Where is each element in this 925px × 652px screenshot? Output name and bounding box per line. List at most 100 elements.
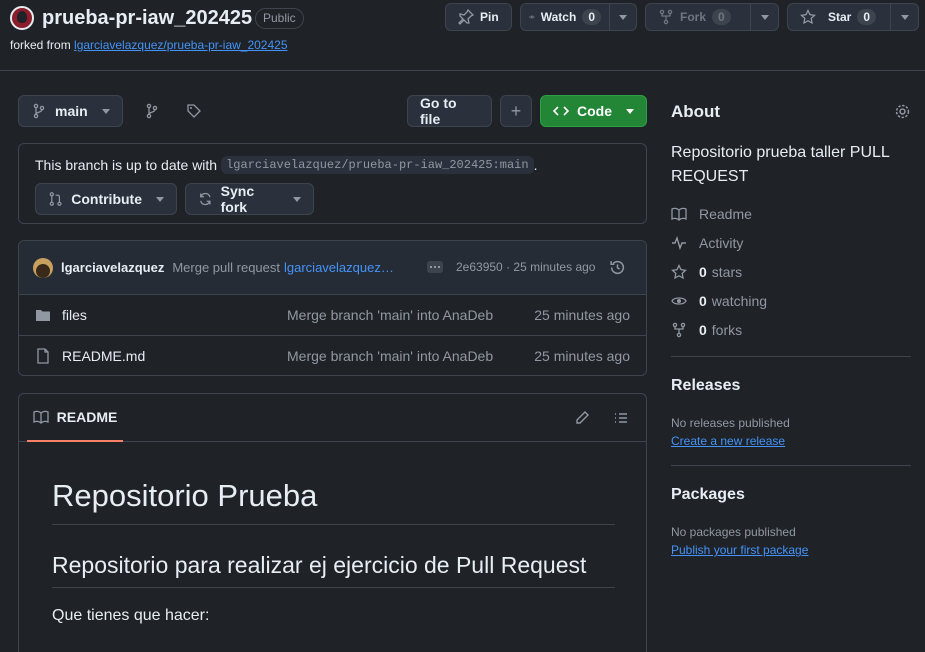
branch-status-panel: This branch is up to date with lgarciave… — [18, 143, 647, 224]
author-avatar[interactable] — [33, 257, 53, 278]
sync-fork-label: Sync fork — [220, 183, 255, 215]
readme-h1: Repositorio Prueba — [52, 478, 615, 525]
fork-icon — [672, 322, 686, 338]
commit-message-link[interactable]: lgarciavelazquez… — [284, 260, 394, 275]
releases-title[interactable]: Releases — [671, 377, 740, 395]
star-button[interactable]: Star 0 — [787, 3, 919, 31]
file-name[interactable]: README.md — [62, 348, 145, 364]
create-release-link[interactable]: Create a new release — [671, 434, 785, 448]
stars-link[interactable]: 0 stars — [671, 264, 742, 280]
star-icon — [671, 264, 687, 280]
branch-status-label: This branch is up to date with — [35, 157, 218, 173]
table-row[interactable]: files Merge branch 'main' into AnaDeb 25… — [19, 294, 646, 335]
file-name[interactable]: files — [62, 307, 87, 323]
sidebar-divider — [671, 465, 911, 466]
star-icon — [800, 9, 816, 25]
more-dots-icon[interactable] — [427, 261, 443, 273]
outline-list-icon[interactable] — [613, 410, 629, 426]
forked-from-link[interactable]: lgarciavelazquez/prueba-pr-iaw_202425 — [74, 38, 287, 52]
tab-readme-label: README — [56, 409, 118, 425]
sync-icon — [200, 192, 211, 206]
chevron-down-icon — [900, 14, 909, 20]
fork-dropdown[interactable] — [750, 4, 778, 30]
go-to-file-button[interactable]: Go to file — [407, 95, 492, 127]
fork-count: 0 — [712, 9, 731, 25]
releases-empty: No releases published — [671, 416, 790, 430]
branch-icon — [33, 103, 45, 119]
fork-button[interactable]: Fork 0 — [645, 3, 779, 31]
fork-icon — [659, 9, 673, 25]
file-icon — [37, 348, 49, 364]
branch-ref: lgarciavelazquez/prueba-pr-iaw_202425:ma… — [221, 156, 534, 174]
latest-commit-bar: lgarciavelazquez Merge pull request lgar… — [19, 241, 646, 294]
contribute-button[interactable]: Contribute — [35, 183, 177, 215]
activity-label: Activity — [699, 235, 744, 251]
publish-package-link[interactable]: Publish your first package — [671, 543, 808, 557]
forks-link[interactable]: 0 forks — [671, 322, 742, 338]
file-list-panel: lgarciavelazquez Merge pull request lgar… — [18, 240, 647, 376]
file-commit-message[interactable]: Merge branch 'main' into AnaDeb — [287, 307, 493, 323]
code-label: Code — [577, 103, 612, 119]
sync-fork-button[interactable]: Sync fork — [185, 183, 314, 215]
pin-icon — [458, 9, 474, 25]
readme-link[interactable]: Readme — [671, 206, 752, 222]
readme-panel: README Repositorio Prueba Repositorio pa… — [18, 393, 647, 652]
about-description: Repositorio prueba taller PULL REQUEST — [671, 144, 890, 185]
star-dropdown[interactable] — [890, 4, 918, 30]
add-file-button[interactable]: + — [500, 95, 532, 127]
commit-message[interactable]: Merge pull request — [172, 260, 280, 275]
branch-name: main — [55, 103, 88, 119]
branch-selector[interactable]: main — [18, 95, 123, 127]
watch-button[interactable]: Watch 0 — [520, 3, 637, 31]
forks-count: 0 — [699, 322, 707, 338]
commit-hash[interactable]: 2e63950 — [456, 260, 503, 274]
table-row[interactable]: README.md Merge branch 'main' into AnaDe… — [19, 335, 646, 376]
watch-label: Watch — [540, 10, 577, 24]
repo-name[interactable]: prueba-pr-iaw_202425 — [42, 7, 252, 30]
file-time: 25 minutes ago — [534, 307, 630, 323]
pin-button[interactable]: Pin — [445, 3, 512, 31]
tags-link[interactable] — [178, 95, 210, 127]
stars-count: 0 — [699, 264, 707, 280]
watching-link[interactable]: 0 watching — [671, 293, 767, 309]
book-icon — [33, 410, 49, 424]
pin-label: Pin — [480, 10, 499, 24]
readme-h2: Repositorio para realizar ej ejercicio d… — [52, 552, 615, 588]
file-time: 25 minutes ago — [534, 348, 630, 364]
forked-from-prefix: forked from — [10, 38, 75, 52]
readme-paragraph: Que tienes que hacer: — [52, 607, 210, 624]
history-icon[interactable] — [609, 259, 626, 276]
branches-icon — [146, 103, 158, 119]
repo-header: prueba-pr-iaw_202425 Public forked from … — [0, 0, 925, 71]
forks-label: forks — [711, 322, 743, 338]
readme-header: README — [19, 394, 646, 442]
file-commit-message[interactable]: Merge branch 'main' into AnaDeb — [287, 348, 493, 364]
commit-author[interactable]: lgarciavelazquez — [61, 260, 164, 275]
watch-count: 0 — [582, 9, 601, 25]
chevron-down-icon — [293, 196, 301, 202]
book-icon — [671, 207, 687, 221]
packages-empty: No packages published — [671, 525, 796, 539]
packages-title[interactable]: Packages — [671, 486, 745, 504]
branches-link[interactable] — [136, 95, 168, 127]
forked-from: forked from lgarciavelazquez/prueba-pr-i… — [10, 38, 288, 52]
owner-avatar[interactable] — [10, 6, 34, 30]
pencil-icon[interactable] — [574, 410, 590, 426]
star-count: 0 — [857, 9, 877, 25]
commit-dot: · — [506, 260, 511, 274]
folder-icon — [36, 310, 50, 321]
fork-label: Fork — [680, 10, 707, 24]
eye-icon — [671, 297, 687, 305]
readme-link-label: Readme — [699, 206, 752, 222]
tag-icon — [187, 104, 201, 118]
watch-dropdown[interactable] — [609, 4, 636, 30]
branch-status-period: . — [533, 157, 538, 173]
commit-meta: 2e63950 · 25 minutes ago — [456, 260, 595, 274]
activity-link[interactable]: Activity — [671, 235, 743, 251]
gear-icon[interactable] — [894, 103, 911, 120]
chevron-down-icon — [626, 108, 634, 114]
sidebar-divider — [671, 356, 911, 357]
eye-icon — [529, 15, 535, 19]
code-button[interactable]: Code — [540, 95, 647, 127]
tab-readme[interactable]: README — [27, 394, 123, 442]
